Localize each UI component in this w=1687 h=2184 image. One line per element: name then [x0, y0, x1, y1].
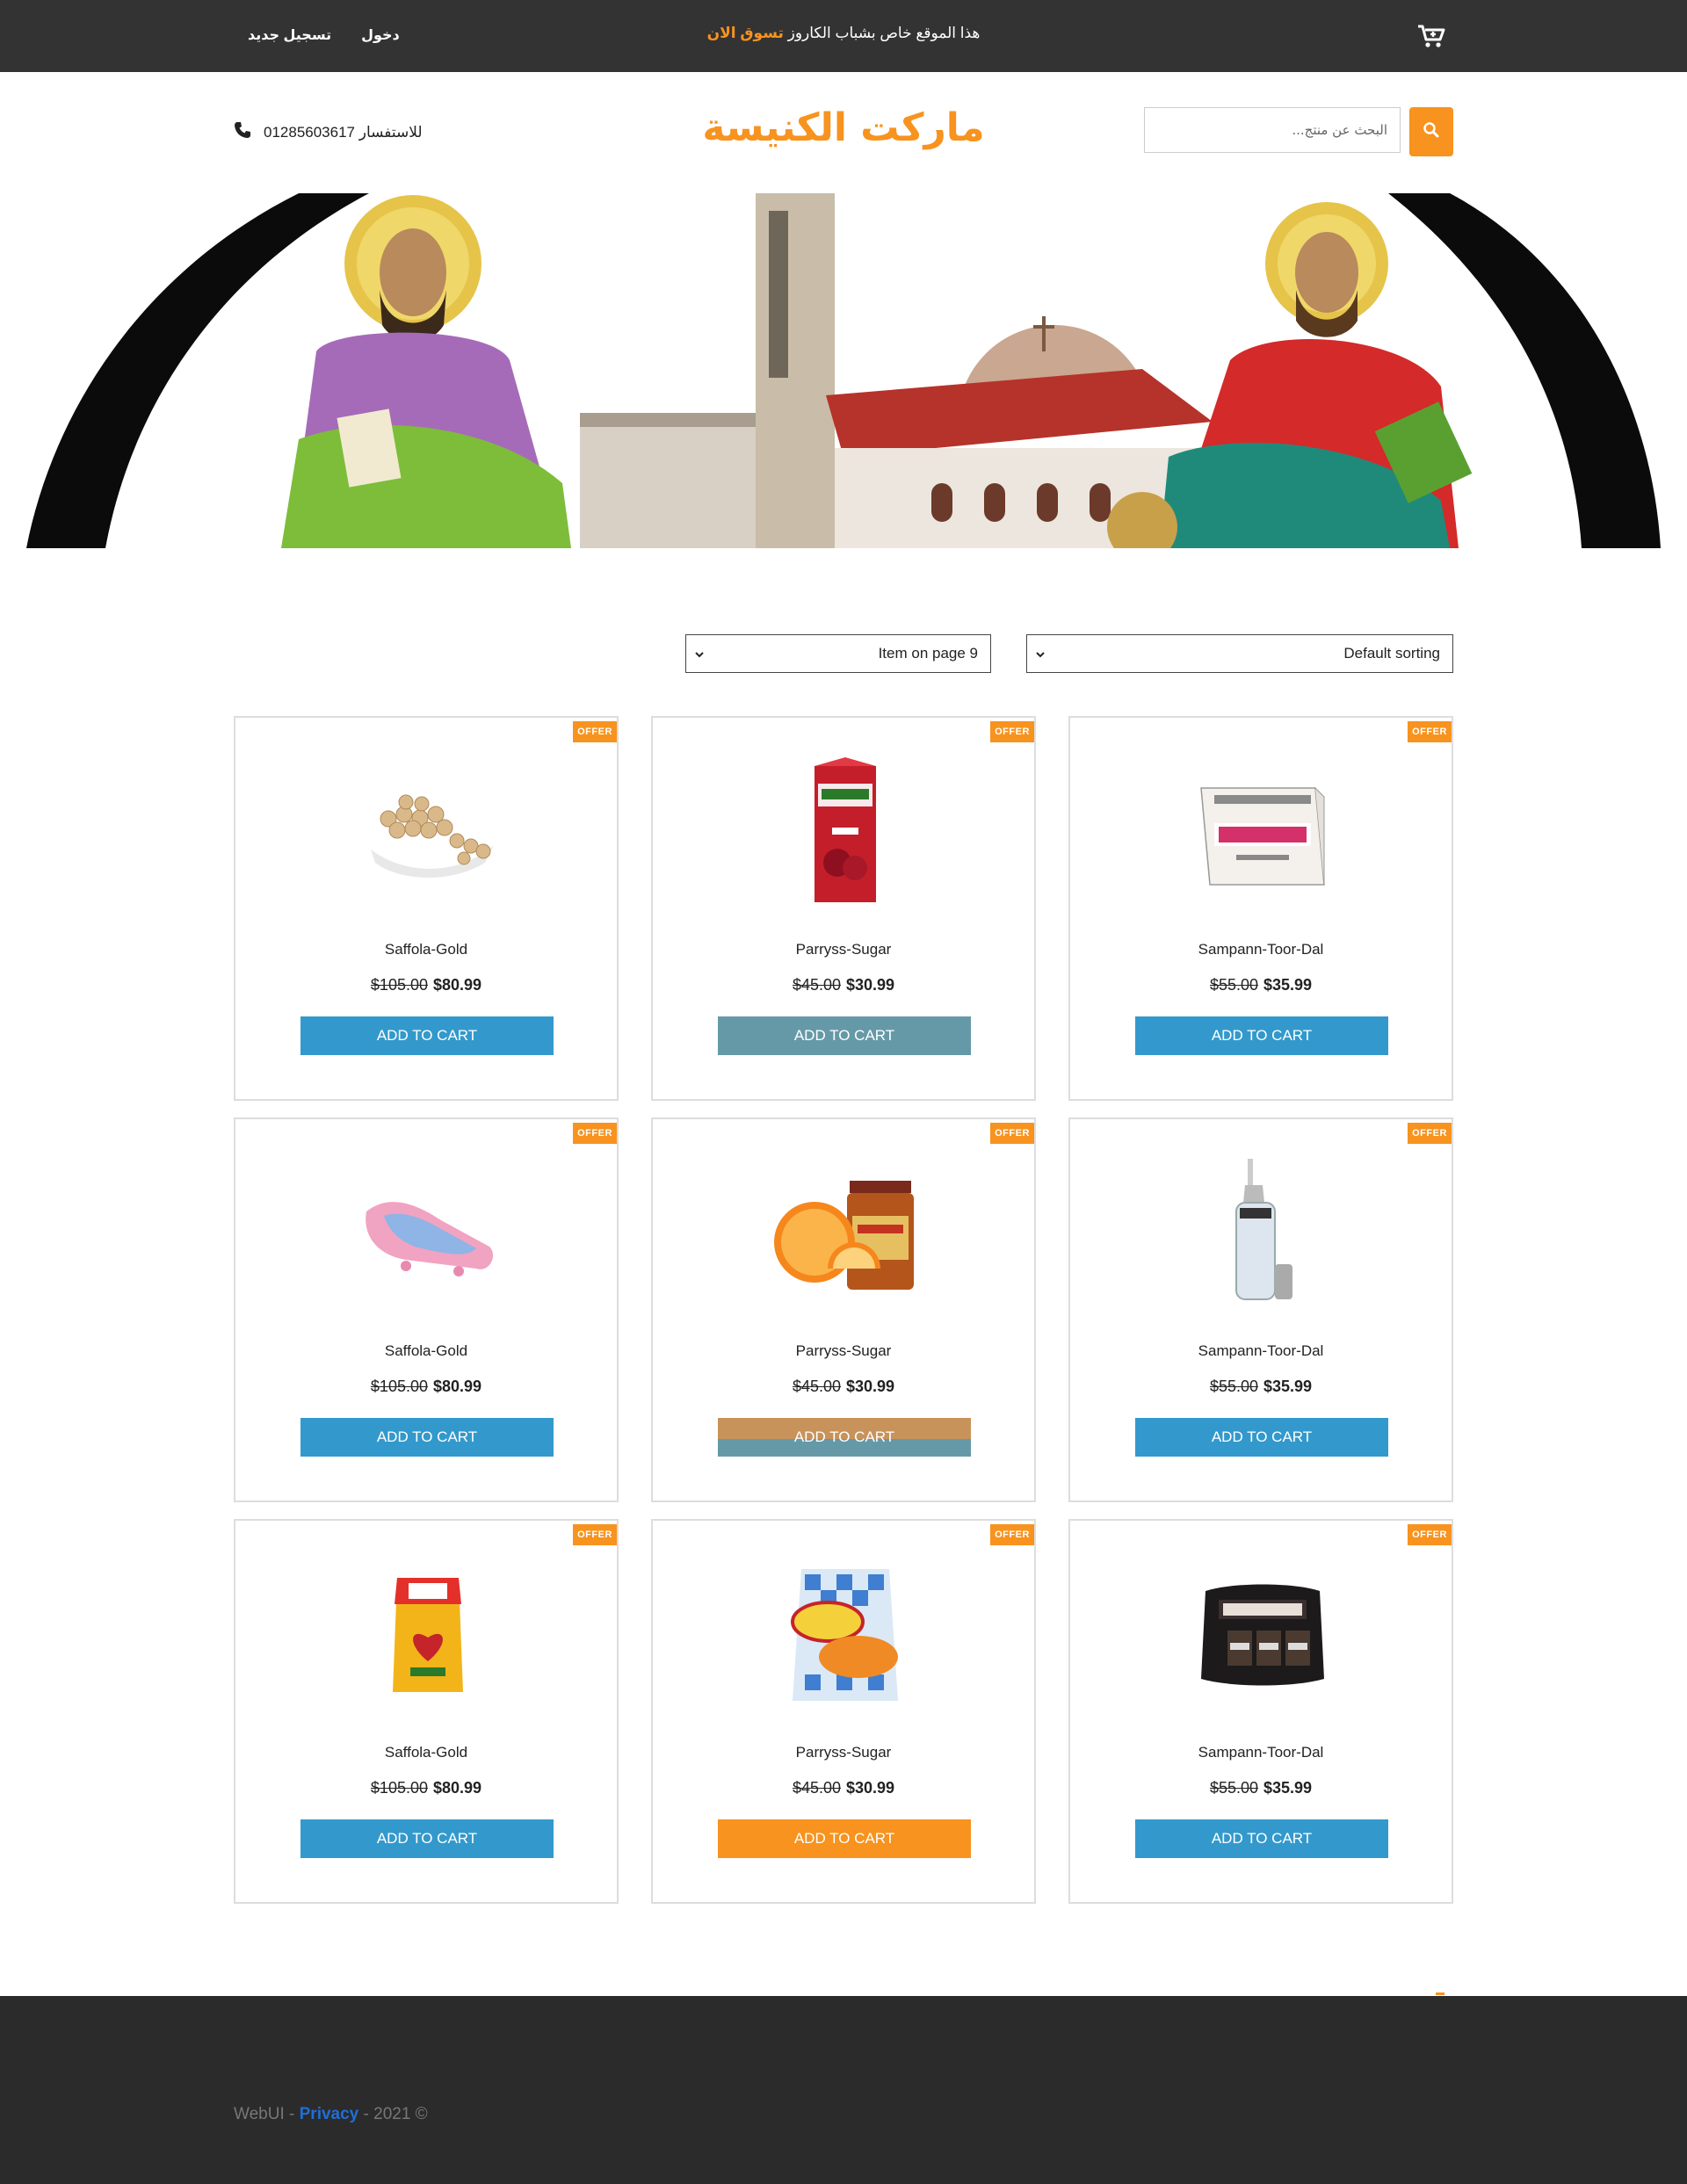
- add-to-cart-button[interactable]: ADD TO CART: [1135, 1819, 1388, 1858]
- offer-badge: OFFER: [990, 721, 1034, 742]
- footer-separator: -: [284, 2105, 300, 2123]
- old-price: $105.00: [370, 976, 428, 994]
- product-card[interactable]: OFFER Saffola-Gold $105.00 $80.99 ADD TO …: [234, 716, 619, 1101]
- add-to-cart-button[interactable]: ADD TO CART: [718, 1016, 971, 1055]
- new-price: $80.99: [433, 976, 482, 994]
- site-footer: WebUI - Privacy - 2021 ©: [0, 1996, 1687, 2184]
- new-price: $35.99: [1263, 1779, 1313, 1797]
- product-card[interactable]: OFFER Sampann-Toor-Dal $55.00 $35.99 ADD …: [1068, 1519, 1453, 1904]
- footer-brand: WebUI: [234, 2105, 285, 2123]
- hero-banner: [0, 193, 1687, 548]
- chevron-down-icon: [693, 647, 706, 660]
- offer-badge: OFFER: [1408, 721, 1452, 742]
- product-card[interactable]: OFFER Sampann-Toor-Dal $55.00 $35.99 ADD …: [1068, 716, 1453, 1101]
- new-price: $80.99: [433, 1378, 482, 1395]
- top-bar: تسجيل جديد دخول هذا الموقع خاص بشباب الك…: [0, 0, 1687, 72]
- add-to-cart-button[interactable]: ADD TO CART: [1135, 1418, 1388, 1457]
- product-price: $55.00 $35.99: [1070, 1378, 1452, 1396]
- product-card[interactable]: OFFER Sampann-Toor-Dal $55.00 $35.99 ADD …: [1068, 1117, 1453, 1502]
- old-price: $105.00: [370, 1378, 428, 1395]
- add-to-cart-button[interactable]: ADD TO CART: [300, 1819, 554, 1858]
- product-name[interactable]: Saffola-Gold: [235, 1744, 617, 1761]
- product-price: $55.00 $35.99: [1070, 976, 1452, 994]
- accent-dash: [1436, 1992, 1444, 1995]
- offer-badge: OFFER: [1408, 1524, 1452, 1545]
- shop-now-link[interactable]: تسوق الان: [707, 25, 784, 41]
- product-card[interactable]: OFFER Parryss-Sugar $45.00 $30.99 ADD TO …: [651, 1519, 1036, 1904]
- church-banner-image: [26, 193, 1661, 548]
- search-input[interactable]: [1144, 107, 1401, 153]
- product-price: $105.00 $80.99: [235, 976, 617, 994]
- product-name[interactable]: Parryss-Sugar: [653, 1342, 1034, 1360]
- product-name[interactable]: Saffola-Gold: [235, 1342, 617, 1360]
- old-price: $55.00: [1209, 976, 1258, 994]
- old-price: $55.00: [1209, 1378, 1258, 1395]
- product-price: $105.00 $80.99: [235, 1378, 617, 1396]
- footer-year: - 2021 ©: [358, 2105, 428, 2123]
- privacy-link[interactable]: Privacy: [300, 2105, 359, 2123]
- product-name[interactable]: Parryss-Sugar: [653, 1744, 1034, 1761]
- product-image[interactable]: [340, 1556, 516, 1714]
- cart-icon[interactable]: [1416, 23, 1446, 49]
- product-image[interactable]: [340, 1154, 516, 1313]
- offer-badge: OFFER: [573, 1123, 617, 1144]
- product-name[interactable]: Sampann-Toor-Dal: [1070, 1744, 1452, 1761]
- product-price: $45.00 $30.99: [653, 976, 1034, 994]
- new-price: $80.99: [433, 1779, 482, 1797]
- new-price: $30.99: [846, 1779, 895, 1797]
- old-price: $105.00: [370, 1779, 428, 1797]
- copyright: WebUI - Privacy - 2021 ©: [234, 2105, 428, 2124]
- new-price: $30.99: [846, 1378, 895, 1395]
- product-image[interactable]: [757, 1556, 933, 1714]
- product-card[interactable]: OFFER Saffola-Gold $105.00 $80.99 ADD TO …: [234, 1117, 619, 1502]
- items-per-page-value: Item on page 9: [878, 645, 978, 662]
- product-price: $55.00 $35.99: [1070, 1779, 1452, 1797]
- product-name[interactable]: Sampann-Toor-Dal: [1070, 1342, 1452, 1360]
- old-price: $45.00: [792, 976, 841, 994]
- offer-badge: OFFER: [573, 1524, 617, 1545]
- add-to-cart-button[interactable]: ADD TO CART: [718, 1819, 971, 1858]
- product-image[interactable]: [1175, 1154, 1350, 1313]
- chevron-down-icon: [1034, 647, 1046, 660]
- new-price: $35.99: [1263, 976, 1313, 994]
- search-icon: [1423, 121, 1440, 143]
- add-to-cart-button[interactable]: ADD TO CART: [300, 1016, 554, 1055]
- product-price: $45.00 $30.99: [653, 1779, 1034, 1797]
- product-name[interactable]: Sampann-Toor-Dal: [1070, 941, 1452, 958]
- offer-badge: OFFER: [990, 1524, 1034, 1545]
- product-price: $45.00 $30.99: [653, 1378, 1034, 1396]
- sort-select[interactable]: Default sorting: [1026, 634, 1453, 673]
- items-per-page-select[interactable]: Item on page 9: [685, 634, 991, 673]
- product-image[interactable]: [757, 753, 933, 911]
- old-price: $45.00: [792, 1779, 841, 1797]
- product-price: $105.00 $80.99: [235, 1779, 617, 1797]
- product-image[interactable]: [1175, 753, 1350, 911]
- offer-badge: OFFER: [573, 721, 617, 742]
- new-price: $30.99: [846, 976, 895, 994]
- old-price: $55.00: [1209, 1779, 1258, 1797]
- search-form: [1144, 107, 1453, 156]
- product-name[interactable]: Saffola-Gold: [235, 941, 617, 958]
- search-button[interactable]: [1409, 107, 1453, 156]
- product-card[interactable]: OFFER Saffola-Gold $105.00 $80.99 ADD TO …: [234, 1519, 619, 1904]
- product-card[interactable]: OFFER Parryss-Sugar $45.00 $30.99 ADD TO …: [651, 1117, 1036, 1502]
- add-to-cart-button[interactable]: ADD TO CART: [300, 1418, 554, 1457]
- product-image[interactable]: [1175, 1556, 1350, 1714]
- offer-badge: OFFER: [1408, 1123, 1452, 1144]
- product-name[interactable]: Parryss-Sugar: [653, 941, 1034, 958]
- add-to-cart-button[interactable]: ADD TO CART: [718, 1418, 971, 1457]
- offer-badge: OFFER: [990, 1123, 1034, 1144]
- add-to-cart-button[interactable]: ADD TO CART: [1135, 1016, 1388, 1055]
- old-price: $45.00: [792, 1378, 841, 1395]
- new-price: $35.99: [1263, 1378, 1313, 1395]
- product-image[interactable]: [757, 1154, 933, 1313]
- site-header: للاستفسار 01285603617 ماركت الكنيسة: [0, 72, 1687, 193]
- promo-text: هذا الموقع خاص بشباب الكاروز: [787, 25, 981, 41]
- sort-value: Default sorting: [1343, 645, 1440, 662]
- product-card[interactable]: OFFER Parryss-Sugar $45.00 $30.99 ADD TO …: [651, 716, 1036, 1101]
- product-image[interactable]: [340, 753, 516, 911]
